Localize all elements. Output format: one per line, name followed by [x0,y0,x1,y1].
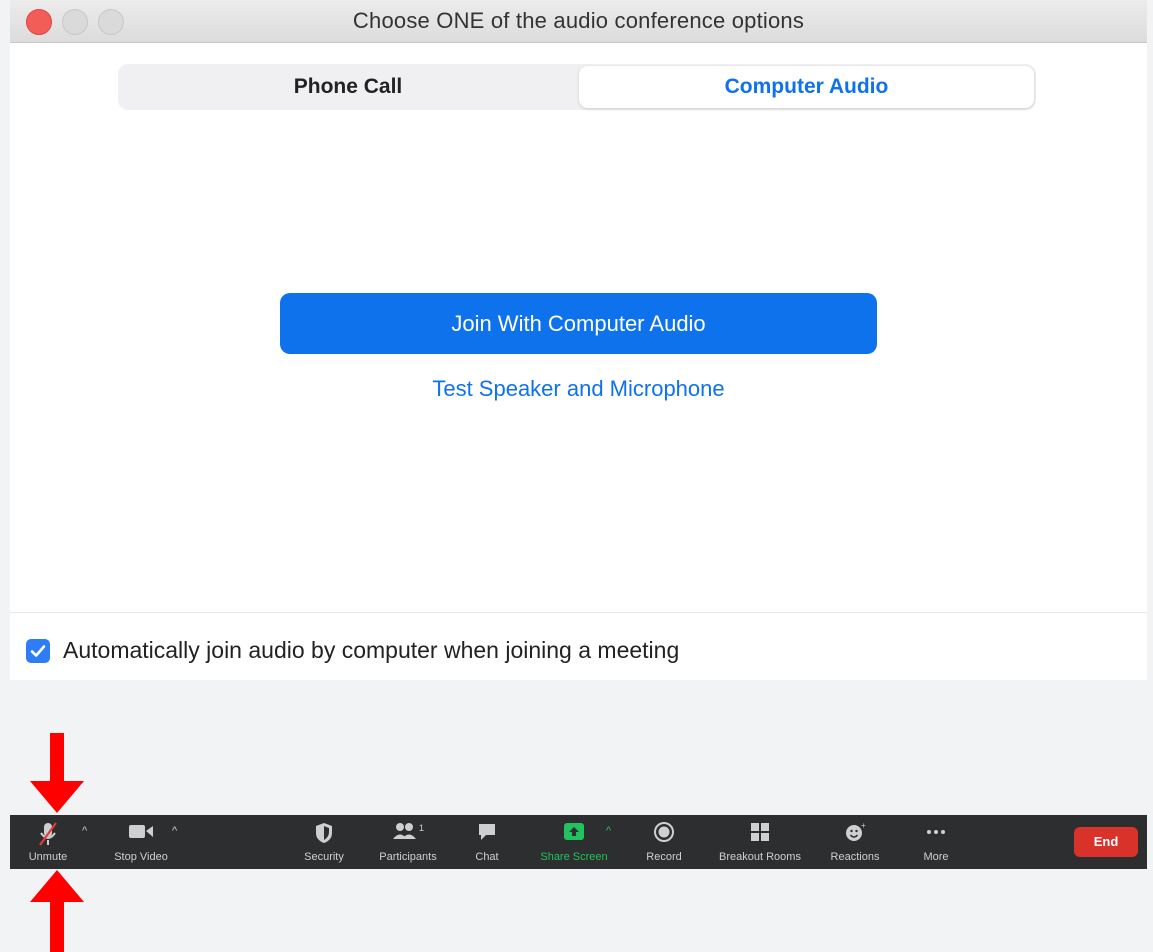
breakout-rooms-button[interactable]: Breakout Rooms [710,815,810,869]
record-label: Record [646,851,682,863]
reactions-label: Reactions [830,851,880,863]
share-options-caret-icon[interactable]: ^ [606,825,611,837]
window-title: Choose ONE of the audio conference optio… [352,8,805,33]
audio-option-tabs: Phone Call Computer Audio [118,64,1036,110]
record-button[interactable]: Record [636,815,692,869]
test-speaker-microphone-link[interactable]: Test Speaker and Microphone [280,376,877,402]
divider [10,612,1147,613]
participants-count: 1 [419,823,424,833]
shield-icon [316,823,332,843]
share-screen-label: Share Screen [540,851,608,863]
participants-label: Participants [379,851,437,863]
unmute-label: Unmute [28,851,68,863]
security-button[interactable]: Security [296,815,352,869]
meeting-toolbar: Unmute ^ Stop Video ^ Security 1 Partici… [10,815,1147,869]
more-dots-icon [927,830,945,834]
breakout-rooms-label: Breakout Rooms [719,851,801,863]
up-arrow-annotation-icon [30,870,84,952]
svg-text:+: + [861,821,866,830]
chat-button[interactable]: Chat [462,815,512,869]
security-label: Security [304,851,344,863]
reactions-button[interactable]: + Reactions [822,815,888,869]
audio-options-caret-icon[interactable]: ^ [82,825,87,837]
share-screen-icon [564,823,584,840]
auto-join-checkbox[interactable] [26,639,50,663]
down-arrow-annotation-icon [30,733,84,813]
stop-video-label: Stop Video [114,851,168,863]
tab-computer-audio[interactable]: Computer Audio [579,66,1034,108]
title-bar: Choose ONE of the audio conference optio… [10,0,1147,43]
record-icon [654,822,674,842]
stop-video-button[interactable]: Stop Video [106,815,176,869]
join-with-computer-audio-button[interactable]: Join With Computer Audio [280,293,877,354]
unmute-button[interactable]: Unmute [20,815,76,869]
participants-button[interactable]: 1 Participants [372,815,444,869]
checkmark-icon [30,645,46,657]
share-screen-button[interactable]: Share Screen [532,815,616,869]
auto-join-label: Automatically join audio by computer whe… [63,637,680,663]
chat-bubble-icon [479,824,495,840]
microphone-muted-icon [39,822,57,846]
tab-phone-call[interactable]: Phone Call [120,66,576,108]
audio-options-window: Choose ONE of the audio conference optio… [10,0,1147,680]
video-camera-icon [129,825,153,838]
breakout-rooms-icon [751,823,769,841]
more-label: More [923,851,949,863]
reactions-icon: + [846,821,866,841]
end-meeting-button[interactable]: End [1074,827,1138,857]
chat-label: Chat [475,851,499,863]
participants-icon: 1 [393,823,424,839]
video-options-caret-icon[interactable]: ^ [172,825,177,837]
more-button[interactable]: More [908,815,964,869]
